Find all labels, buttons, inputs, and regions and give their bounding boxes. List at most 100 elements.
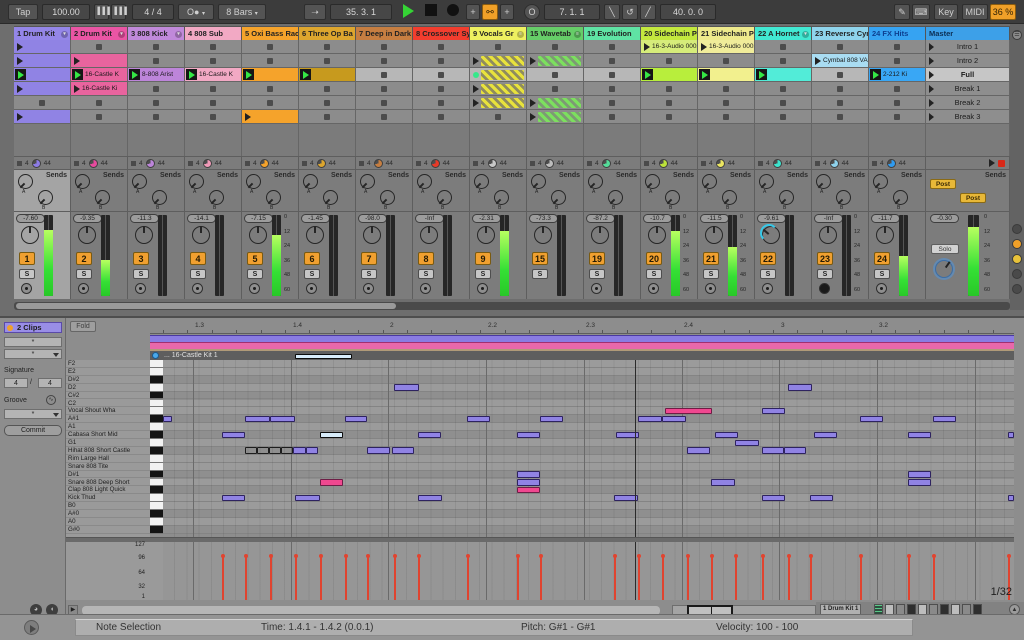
piano-key[interactable]: [150, 431, 163, 439]
stop-button[interactable]: [422, 4, 440, 20]
track-header[interactable]: 19 Evolution: [584, 26, 641, 40]
clip-slot[interactable]: [71, 96, 128, 110]
velocity-marker[interactable]: [539, 554, 543, 600]
session-scrollbar-handle[interactable]: [16, 303, 396, 309]
velocity-marker[interactable]: [269, 554, 273, 600]
midi-note[interactable]: [367, 447, 390, 454]
clip-play-button[interactable]: [74, 56, 80, 65]
scene-menu-icon[interactable]: ☰: [1012, 30, 1022, 40]
stop-all-clips-button[interactable]: [998, 159, 1005, 167]
midi-note[interactable]: [814, 431, 837, 439]
track-header[interactable]: 3 808 Kick ▾: [128, 26, 185, 40]
send-b-knob[interactable]: [209, 190, 224, 205]
clip-play-button[interactable]: [17, 56, 23, 65]
clip-slot[interactable]: Cymbal 808 VA9: [812, 54, 869, 68]
clip-header[interactable]: 2 Clips: [4, 322, 62, 333]
clip-slot[interactable]: [128, 110, 185, 124]
midi-note[interactable]: [418, 431, 441, 439]
note-name-row[interactable]: B0: [66, 502, 150, 511]
arm-record-button[interactable]: [192, 283, 203, 294]
scene-play-icon[interactable]: [929, 85, 934, 93]
send-a-knob[interactable]: [132, 174, 147, 189]
stop-all-clips-icon[interactable]: [989, 159, 995, 167]
velocity-lane[interactable]: [163, 542, 1014, 600]
clip-play-button[interactable]: [756, 69, 767, 80]
piano-key[interactable]: [150, 391, 163, 400]
clip-slot[interactable]: [14, 40, 71, 54]
velocity-marker[interactable]: [366, 554, 370, 600]
piano-key[interactable]: [150, 383, 163, 392]
velocity-marker[interactable]: [393, 554, 397, 600]
crossfade-section-toggle[interactable]: [1012, 284, 1022, 294]
signature-denominator-field[interactable]: 4: [38, 378, 62, 388]
arm-record-button[interactable]: [762, 283, 773, 294]
solo-button[interactable]: S: [190, 269, 206, 279]
pan-knob[interactable]: [876, 226, 894, 244]
clip-slot[interactable]: [356, 40, 413, 54]
solo-button[interactable]: S: [532, 269, 548, 279]
midi-note[interactable]: [517, 471, 540, 478]
clip-slot[interactable]: [869, 96, 926, 110]
scene-play-icon[interactable]: [929, 99, 934, 107]
clip-slot[interactable]: [527, 82, 584, 96]
clip-slot[interactable]: [128, 96, 185, 110]
send-b-knob[interactable]: [836, 190, 851, 205]
clip-play-button[interactable]: [300, 69, 311, 80]
clip-slot[interactable]: [641, 96, 698, 110]
track-header[interactable]: 21 Sidechain Pad: [698, 26, 755, 40]
piano-key[interactable]: [150, 407, 163, 416]
midi-note[interactable]: [687, 447, 710, 454]
scene-play-icon[interactable]: [929, 57, 934, 65]
solo-button[interactable]: S: [304, 269, 320, 279]
clip-slot[interactable]: [527, 68, 584, 82]
audio-clip-hatched[interactable]: [538, 111, 581, 122]
track-header[interactable]: 1 Drum Kit ▾: [14, 26, 71, 40]
midi-note[interactable]: [293, 447, 306, 454]
piano-key[interactable]: [150, 494, 163, 503]
clip-color-menu[interactable]: *: [4, 349, 62, 359]
piano-key[interactable]: [150, 525, 163, 534]
volume-db-display[interactable]: -87.2: [586, 214, 615, 223]
clip-slot[interactable]: 16-Castle Ki: [71, 82, 128, 96]
midi-note[interactable]: [762, 494, 785, 502]
piano-key[interactable]: [150, 360, 163, 368]
groove-swing-icon[interactable]: ∿: [46, 395, 56, 405]
pan-knob[interactable]: [819, 226, 837, 244]
track-header[interactable]: 7 Deep in Dark: [356, 26, 413, 40]
track-stop-button[interactable]: [359, 160, 364, 166]
clip-slot[interactable]: [641, 82, 698, 96]
track-chevron-icon[interactable]: ▾: [802, 30, 809, 38]
pan-knob[interactable]: [78, 226, 96, 244]
clip-slot[interactable]: [698, 68, 755, 82]
clip-slot[interactable]: [641, 110, 698, 124]
clip-play-button[interactable]: [473, 56, 479, 65]
track-activator-button[interactable]: 23: [817, 252, 833, 265]
velocity-marker[interactable]: [787, 554, 791, 600]
solo-button[interactable]: S: [703, 269, 719, 279]
send-b-knob[interactable]: [266, 190, 281, 205]
track-header[interactable]: 4 808 Sub: [185, 26, 242, 40]
midi-note[interactable]: [908, 479, 931, 486]
volume-db-display[interactable]: -Inf: [814, 214, 843, 223]
clip-slot[interactable]: [812, 68, 869, 82]
master-track-header[interactable]: Master: [926, 26, 1010, 40]
midi-note[interactable]: [735, 439, 759, 446]
track-activator-button[interactable]: 1: [19, 252, 35, 265]
piano-key[interactable]: [150, 423, 163, 432]
midi-note[interactable]: [1008, 431, 1014, 439]
velocity-marker[interactable]: [417, 554, 421, 600]
track-header[interactable]: 20 Sidechain Pad: [641, 26, 698, 40]
send-a-knob[interactable]: [759, 174, 774, 189]
track-activator-button[interactable]: 20: [646, 252, 662, 265]
clip-play-button[interactable]: [870, 69, 881, 80]
track-header[interactable]: 9 Vocals Gr ≡: [470, 26, 527, 40]
arm-record-button[interactable]: [135, 283, 146, 294]
send-a-knob[interactable]: [18, 174, 33, 189]
velocity-marker[interactable]: [319, 554, 323, 600]
volume-db-display[interactable]: -11.3: [130, 214, 159, 223]
tempo-field[interactable]: 100.00: [42, 4, 90, 20]
solo-button[interactable]: S: [817, 269, 833, 279]
clip-slot[interactable]: [812, 40, 869, 54]
scene-break-2[interactable]: Break 2: [926, 96, 1010, 110]
piano-key[interactable]: [150, 470, 163, 479]
